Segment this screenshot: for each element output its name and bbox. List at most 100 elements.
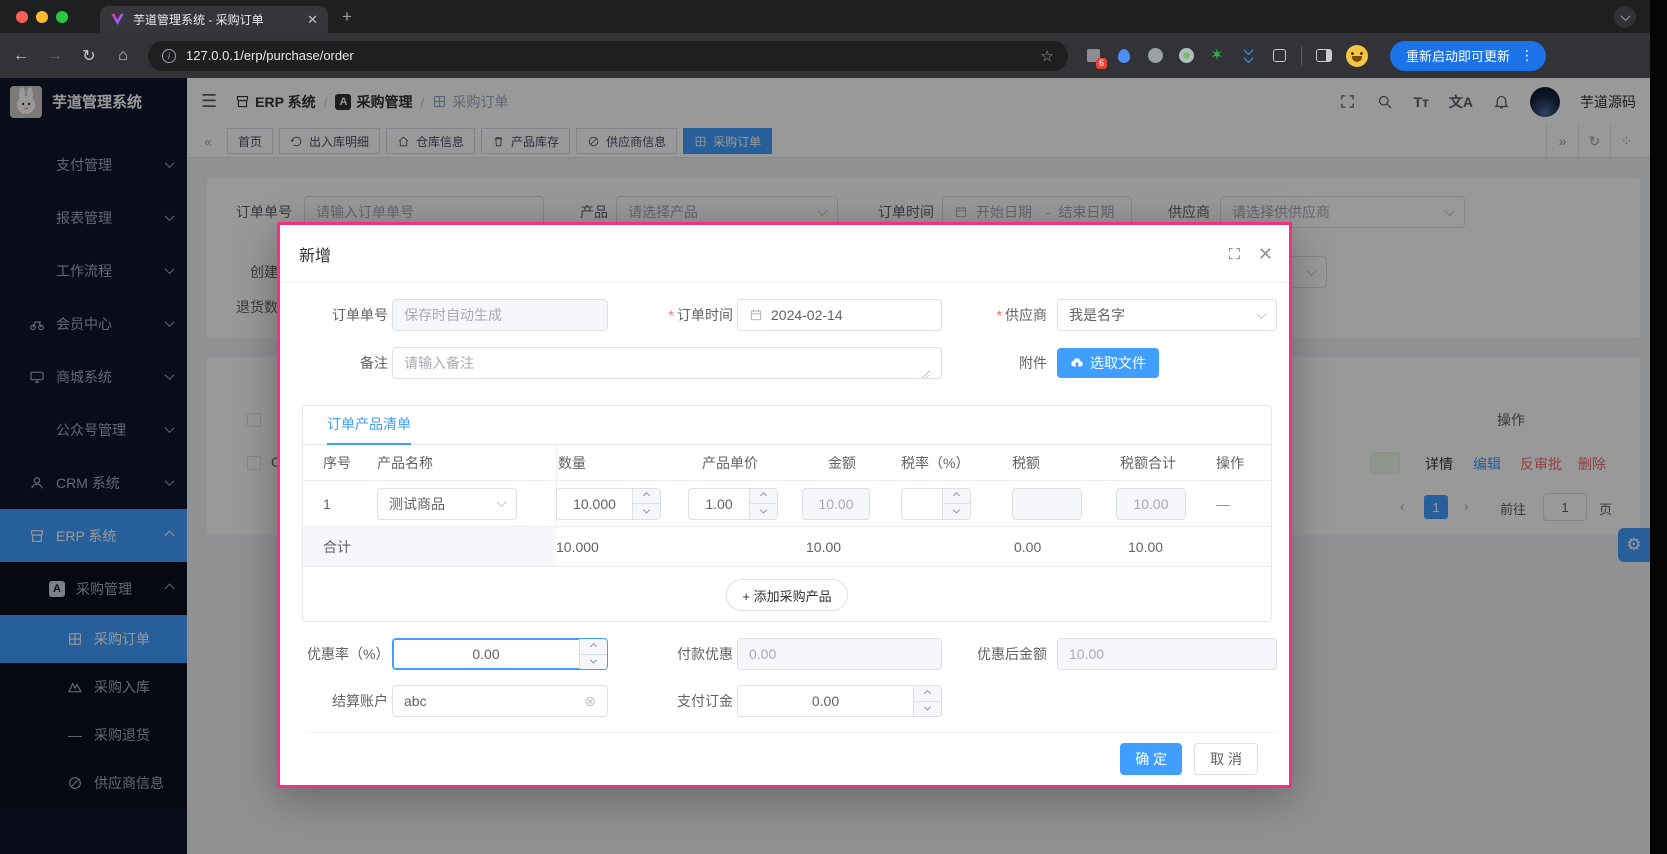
forward-icon[interactable]: → <box>46 47 64 65</box>
input-placeholder: 请输入备注 <box>404 353 915 373</box>
product-row: 1 测试商品 10.000 1.00 <box>303 481 1271 527</box>
select-value: 测试商品 <box>389 494 492 514</box>
profile-avatar[interactable] <box>1346 45 1368 67</box>
browser-tabstrip: 芋道管理系统 - 采购订单 ✕ + <box>0 0 1650 33</box>
extension-green-dot-icon[interactable] <box>1177 47 1195 65</box>
add-product-button[interactable]: + 添加采购产品 <box>726 579 847 611</box>
maximize-window-button[interactable] <box>56 11 68 23</box>
chrome-update-button[interactable]: 重新启动即可更新 ⋮ <box>1390 41 1546 71</box>
extensions-area: 6 ✶ <box>1084 45 1368 67</box>
dialog-close-icon[interactable]: ✕ <box>1258 245 1273 263</box>
tab-close-icon[interactable]: ✕ <box>307 12 318 28</box>
product-list-tab[interactable]: 订单产品清单 <box>327 414 411 445</box>
col-qty: 数量 <box>556 453 688 473</box>
decrement-icon[interactable] <box>633 504 660 519</box>
product-select[interactable]: 测试商品 <box>377 488 517 520</box>
row-qty-cell: 10.000 <box>556 488 688 520</box>
decrement-icon[interactable] <box>943 504 970 519</box>
discount-rate-stepper[interactable]: 0.00 <box>392 638 608 670</box>
remark-textarea[interactable]: 请输入备注 <box>392 347 942 379</box>
dialog-fullscreen-icon[interactable] <box>1227 246 1242 261</box>
col-tax-rate: 税率（%） <box>901 453 1012 473</box>
dialog-row-1: 订单单号 保存时自动生成 *订单时间 2024-02-14 *供应商 我是名字 <box>307 299 1277 331</box>
calendar-icon <box>749 308 763 322</box>
desktop-edge <box>1650 0 1667 854</box>
increment-icon[interactable] <box>914 686 941 702</box>
chevron-down-icon <box>497 497 507 507</box>
close-window-button[interactable] <box>16 11 28 23</box>
home-icon[interactable]: ⌂ <box>114 47 132 65</box>
new-tab-button[interactable]: + <box>342 7 352 27</box>
total-row: 合计 10.000 10.00 0.00 10.00 <box>303 527 1271 567</box>
bookmark-star-icon[interactable]: ☆ <box>1041 47 1054 65</box>
toolbar-divider <box>1301 47 1302 65</box>
extension-star-icon[interactable]: ✶ <box>1208 47 1226 65</box>
add-order-dialog: 新增 ✕ 订单单号 保存时自动生成 *订单时间 2024-02-14 *供应商 … <box>277 222 1292 788</box>
col-no: 序号 <box>323 453 377 473</box>
select-file-button[interactable]: 选取文件 <box>1057 348 1159 378</box>
url-text: 127.0.0.1/erp/purchase/order <box>186 48 354 63</box>
input-value: 10.00 <box>1069 646 1265 662</box>
order-time-label: *订单时间 <box>608 305 733 325</box>
col-product: 产品名称 <box>377 445 556 480</box>
total-label-cell: 合计 <box>303 527 556 566</box>
browser-tab[interactable]: 芋道管理系统 - 采购订单 ✕ <box>100 6 328 33</box>
extensions-puzzle-icon[interactable] <box>1270 47 1288 65</box>
extension-gray-icon[interactable] <box>1146 47 1164 65</box>
site-info-icon[interactable]: i <box>162 49 176 63</box>
extension-icon[interactable]: 6 <box>1084 47 1102 65</box>
chevron-down-icon <box>1257 309 1267 319</box>
total-tax-total: 10.00 <box>1116 539 1216 555</box>
cancel-button[interactable]: 取 消 <box>1194 743 1258 775</box>
site-favicon <box>110 12 125 27</box>
increment-icon[interactable] <box>750 489 777 505</box>
address-bar[interactable]: i 127.0.0.1/erp/purchase/order ☆ <box>148 41 1068 71</box>
product-list-card: 订单产品清单 序号 产品名称 数量 产品单价 金额 税率（%） 税额 税额合计 … <box>302 405 1272 622</box>
order-time-input[interactable]: 2024-02-14 <box>737 299 942 331</box>
amount-input: 10.00 <box>802 488 870 520</box>
tax-rate-stepper[interactable] <box>901 488 971 520</box>
decrement-icon[interactable] <box>914 702 941 717</box>
clear-icon[interactable]: ⊗ <box>584 693 596 710</box>
order-no-label: 订单单号 <box>307 305 388 325</box>
tax-input <box>1012 488 1082 520</box>
supplier-select[interactable]: 我是名字 <box>1057 299 1277 331</box>
qty-stepper[interactable]: 10.000 <box>556 488 661 520</box>
tax-total-input: 10.00 <box>1116 488 1186 520</box>
remark-label: 备注 <box>307 353 388 373</box>
supplier-label: *供应商 <box>942 305 1047 325</box>
confirm-button[interactable]: 确 定 <box>1120 743 1182 775</box>
resize-handle[interactable] <box>921 369 930 378</box>
deposit-stepper[interactable]: 0.00 <box>737 685 942 717</box>
total-tax: 0.00 <box>1012 539 1116 555</box>
decrement-icon[interactable] <box>580 655 607 670</box>
dialog-row-4: 结算账户 abc ⊗ 支付订金 0.00 <box>307 685 1277 717</box>
increment-icon[interactable] <box>943 489 970 505</box>
settle-account-select[interactable]: abc ⊗ <box>392 685 608 717</box>
increment-icon[interactable] <box>633 489 660 505</box>
stepper-value: 0.00 <box>738 686 913 716</box>
row-tax-total-cell: 10.00 <box>1116 488 1216 520</box>
extension-chevrons-icon[interactable] <box>1239 47 1257 65</box>
side-panel-icon[interactable] <box>1315 47 1333 65</box>
upload-button-label: 选取文件 <box>1090 353 1146 373</box>
dialog-footer: 确 定 取 消 <box>307 732 1277 775</box>
settle-account-label: 结算账户 <box>307 691 388 711</box>
date-value: 2024-02-14 <box>771 307 930 323</box>
row-tax-rate-cell <box>901 488 1012 520</box>
tab-search-button[interactable] <box>1614 6 1636 28</box>
browser-menu-icon[interactable]: ⋮ <box>1520 47 1534 64</box>
back-icon[interactable]: ← <box>12 47 30 65</box>
pay-discount-label: 付款优惠 <box>608 644 733 664</box>
stepper-value: 1.00 <box>689 489 749 519</box>
minimize-window-button[interactable] <box>36 11 48 23</box>
decrement-icon[interactable] <box>750 504 777 519</box>
required-mark: * <box>997 307 1002 323</box>
extension-balloon-icon[interactable] <box>1115 47 1133 65</box>
increment-icon[interactable] <box>580 639 607 655</box>
price-stepper[interactable]: 1.00 <box>688 488 778 520</box>
dialog-row-3: 优惠率（%） 0.00 付款优惠 0.00 优惠后金额 10.00 <box>307 638 1277 670</box>
extension-badge: 6 <box>1096 58 1107 69</box>
col-op: 操作 <box>1216 453 1271 473</box>
reload-icon[interactable]: ↻ <box>80 46 98 66</box>
